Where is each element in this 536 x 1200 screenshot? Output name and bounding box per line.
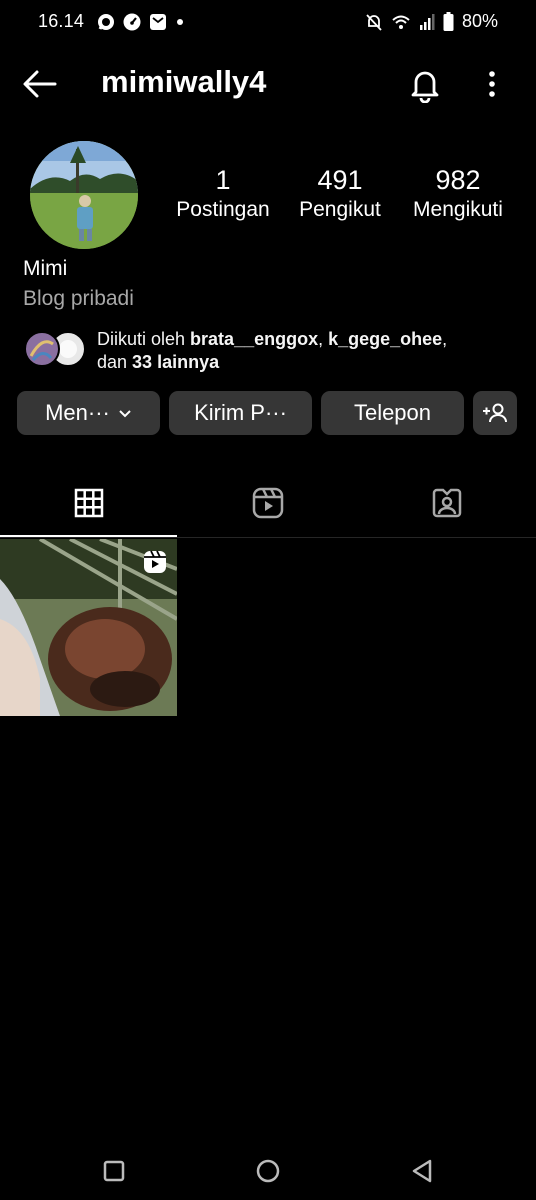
message-button[interactable]: Kirim P··· xyxy=(169,391,312,435)
message-button-label: Kirim P··· xyxy=(194,400,287,425)
tab-tagged[interactable] xyxy=(358,470,536,536)
stat-following-value: 982 xyxy=(435,165,481,195)
stat-followers[interactable]: 491 Pengikut xyxy=(290,164,390,224)
followed-user-2: k_gege_ohee xyxy=(328,329,443,349)
profile-avatar[interactable] xyxy=(30,141,138,249)
profile-name: Mimi xyxy=(23,257,68,280)
followed-line2-prefix: dan xyxy=(97,352,133,372)
followed-others-count: 33 lainnya xyxy=(132,352,220,372)
followed-comma: , xyxy=(442,329,448,349)
wifi-icon xyxy=(392,15,410,29)
stat-posts-value: 1 xyxy=(215,165,231,195)
chevron-down-icon xyxy=(119,410,131,418)
bell-off-icon xyxy=(366,13,382,31)
followed-by-prefix: Diikuti oleh xyxy=(97,329,191,349)
tab-divider xyxy=(0,537,536,538)
tab-reels[interactable] xyxy=(179,470,357,536)
dot-icon xyxy=(177,19,183,25)
back-arrow-icon[interactable] xyxy=(22,66,58,102)
reels-icon xyxy=(252,487,284,519)
message-icon xyxy=(150,14,166,30)
stat-followers-label: Pengikut xyxy=(299,198,381,221)
grid-icon xyxy=(74,488,104,518)
suggested-users-button[interactable] xyxy=(473,391,517,435)
bell-icon[interactable] xyxy=(406,65,444,103)
stat-following-label: Mengikuti xyxy=(413,198,503,221)
followed-separator: , xyxy=(318,329,329,349)
tagged-icon xyxy=(432,488,462,518)
profile-username: mimiwally4 xyxy=(101,64,267,99)
tab-grid[interactable] xyxy=(0,470,178,536)
system-icons: 80% xyxy=(365,11,498,32)
followed-user-1: brata__enggox xyxy=(190,329,319,349)
status-time: 16.14 xyxy=(38,11,85,31)
profile-category: Blog pribadi xyxy=(23,287,134,310)
gauge-icon xyxy=(123,13,141,31)
call-button-label: Telepon xyxy=(353,400,432,425)
back-nav-icon[interactable] xyxy=(404,1153,440,1189)
status-bar: 16.14 80% xyxy=(0,0,536,46)
whatsapp-icon xyxy=(98,14,114,30)
more-options-icon[interactable] xyxy=(480,68,504,100)
notification-icons xyxy=(96,12,186,32)
home-icon[interactable] xyxy=(250,1153,286,1189)
call-button[interactable]: Telepon xyxy=(321,391,464,435)
post-thumbnail[interactable] xyxy=(0,539,177,716)
reels-badge-icon xyxy=(144,550,166,573)
stat-posts[interactable]: 1 Postingan xyxy=(168,164,278,224)
battery-percentage: 80% xyxy=(461,11,498,31)
followed-by-text[interactable]: Diikuti oleh brata__enggox, k_gege_ohee,… xyxy=(97,328,517,374)
signal-icon xyxy=(419,13,435,30)
following-button[interactable]: Men··· xyxy=(17,391,160,435)
recent-apps-icon[interactable] xyxy=(96,1153,132,1189)
following-button-label: Men··· xyxy=(45,400,110,425)
battery-icon xyxy=(443,11,454,31)
stat-following[interactable]: 982 Mengikuti xyxy=(403,164,513,224)
mutual-followers-avatars[interactable] xyxy=(23,330,87,368)
stat-posts-label: Postingan xyxy=(176,198,270,221)
add-person-icon xyxy=(483,403,507,423)
stat-followers-value: 491 xyxy=(317,165,363,195)
